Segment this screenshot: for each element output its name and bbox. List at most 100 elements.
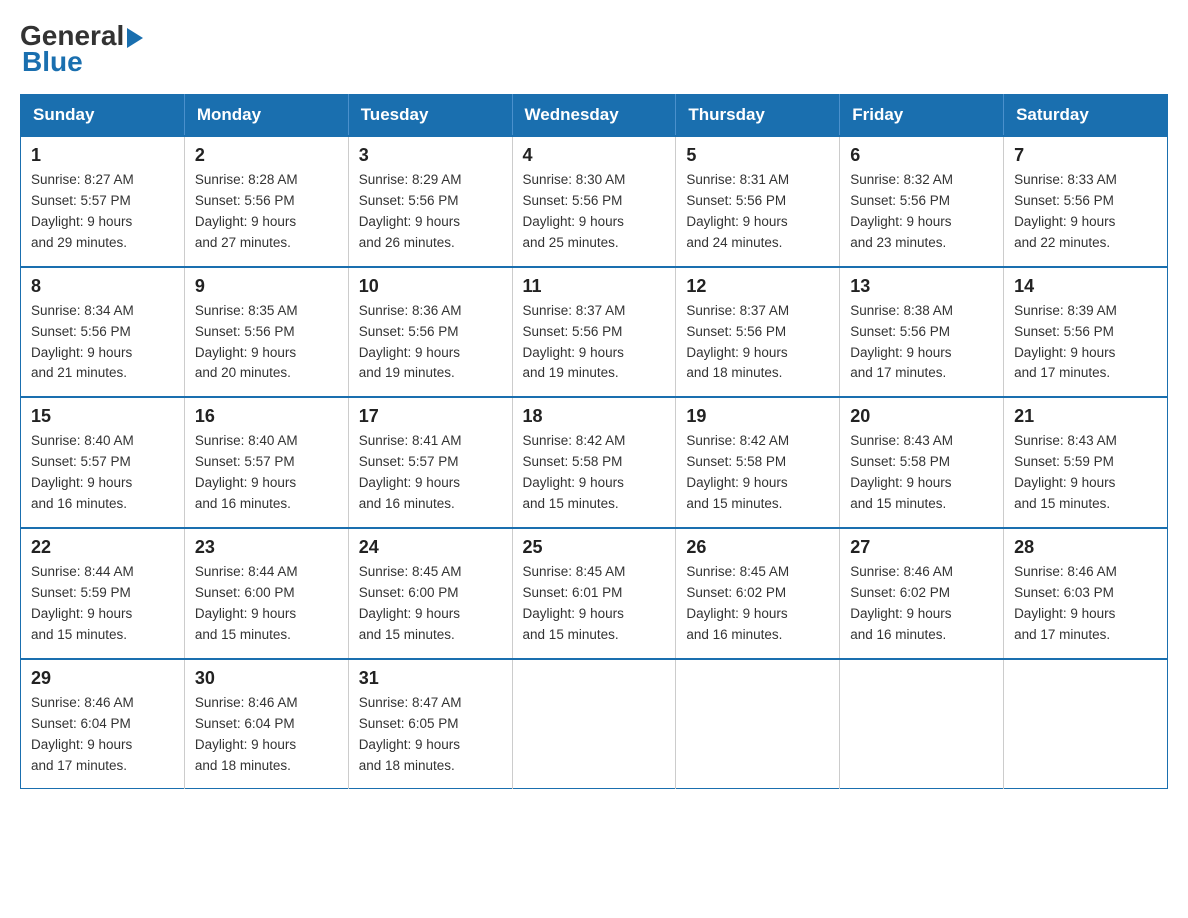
day-info: Sunrise: 8:42 AMSunset: 5:58 PMDaylight:… [523,433,626,511]
day-number: 3 [359,145,502,166]
calendar-day-cell: 11 Sunrise: 8:37 AMSunset: 5:56 PMDaylig… [512,267,676,398]
calendar-day-cell: 30 Sunrise: 8:46 AMSunset: 6:04 PMDaylig… [184,659,348,789]
calendar-day-cell: 2 Sunrise: 8:28 AMSunset: 5:56 PMDayligh… [184,136,348,267]
day-number: 12 [686,276,829,297]
calendar-day-cell: 5 Sunrise: 8:31 AMSunset: 5:56 PMDayligh… [676,136,840,267]
day-number: 16 [195,406,338,427]
day-of-week-header: Saturday [1004,95,1168,137]
day-of-week-header: Tuesday [348,95,512,137]
day-info: Sunrise: 8:37 AMSunset: 5:56 PMDaylight:… [686,303,789,381]
calendar-day-cell: 9 Sunrise: 8:35 AMSunset: 5:56 PMDayligh… [184,267,348,398]
day-number: 1 [31,145,174,166]
day-info: Sunrise: 8:39 AMSunset: 5:56 PMDaylight:… [1014,303,1117,381]
day-info: Sunrise: 8:47 AMSunset: 6:05 PMDaylight:… [359,695,462,773]
logo-arrow-icon [127,28,143,48]
calendar-body: 1 Sunrise: 8:27 AMSunset: 5:57 PMDayligh… [21,136,1168,789]
day-number: 31 [359,668,502,689]
day-of-week-header: Sunday [21,95,185,137]
calendar-day-cell: 23 Sunrise: 8:44 AMSunset: 6:00 PMDaylig… [184,528,348,659]
calendar-day-cell: 15 Sunrise: 8:40 AMSunset: 5:57 PMDaylig… [21,397,185,528]
calendar-day-cell: 20 Sunrise: 8:43 AMSunset: 5:58 PMDaylig… [840,397,1004,528]
day-info: Sunrise: 8:32 AMSunset: 5:56 PMDaylight:… [850,172,953,250]
day-info: Sunrise: 8:46 AMSunset: 6:04 PMDaylight:… [31,695,134,773]
calendar-day-cell: 8 Sunrise: 8:34 AMSunset: 5:56 PMDayligh… [21,267,185,398]
day-number: 2 [195,145,338,166]
day-number: 15 [31,406,174,427]
calendar-week-row: 15 Sunrise: 8:40 AMSunset: 5:57 PMDaylig… [21,397,1168,528]
calendar-day-cell: 17 Sunrise: 8:41 AMSunset: 5:57 PMDaylig… [348,397,512,528]
day-number: 14 [1014,276,1157,297]
day-of-week-header: Friday [840,95,1004,137]
day-info: Sunrise: 8:37 AMSunset: 5:56 PMDaylight:… [523,303,626,381]
day-info: Sunrise: 8:46 AMSunset: 6:04 PMDaylight:… [195,695,298,773]
day-of-week-header: Wednesday [512,95,676,137]
calendar-day-cell: 14 Sunrise: 8:39 AMSunset: 5:56 PMDaylig… [1004,267,1168,398]
calendar-week-row: 1 Sunrise: 8:27 AMSunset: 5:57 PMDayligh… [21,136,1168,267]
day-info: Sunrise: 8:30 AMSunset: 5:56 PMDaylight:… [523,172,626,250]
day-info: Sunrise: 8:45 AMSunset: 6:02 PMDaylight:… [686,564,789,642]
day-info: Sunrise: 8:40 AMSunset: 5:57 PMDaylight:… [195,433,298,511]
day-number: 29 [31,668,174,689]
day-number: 19 [686,406,829,427]
calendar-day-cell [840,659,1004,789]
day-info: Sunrise: 8:35 AMSunset: 5:56 PMDaylight:… [195,303,298,381]
calendar-day-cell: 21 Sunrise: 8:43 AMSunset: 5:59 PMDaylig… [1004,397,1168,528]
day-number: 21 [1014,406,1157,427]
day-info: Sunrise: 8:45 AMSunset: 6:00 PMDaylight:… [359,564,462,642]
calendar-day-cell: 31 Sunrise: 8:47 AMSunset: 6:05 PMDaylig… [348,659,512,789]
day-info: Sunrise: 8:46 AMSunset: 6:03 PMDaylight:… [1014,564,1117,642]
day-number: 5 [686,145,829,166]
day-number: 18 [523,406,666,427]
day-info: Sunrise: 8:27 AMSunset: 5:57 PMDaylight:… [31,172,134,250]
day-info: Sunrise: 8:36 AMSunset: 5:56 PMDaylight:… [359,303,462,381]
calendar-day-cell: 25 Sunrise: 8:45 AMSunset: 6:01 PMDaylig… [512,528,676,659]
calendar-day-cell: 3 Sunrise: 8:29 AMSunset: 5:56 PMDayligh… [348,136,512,267]
day-number: 23 [195,537,338,558]
calendar-day-cell [676,659,840,789]
day-info: Sunrise: 8:41 AMSunset: 5:57 PMDaylight:… [359,433,462,511]
day-number: 9 [195,276,338,297]
day-info: Sunrise: 8:45 AMSunset: 6:01 PMDaylight:… [523,564,626,642]
calendar-day-cell [1004,659,1168,789]
day-info: Sunrise: 8:40 AMSunset: 5:57 PMDaylight:… [31,433,134,511]
calendar-day-cell: 19 Sunrise: 8:42 AMSunset: 5:58 PMDaylig… [676,397,840,528]
day-number: 27 [850,537,993,558]
day-number: 28 [1014,537,1157,558]
page-header: General Blue [20,20,1168,78]
day-info: Sunrise: 8:46 AMSunset: 6:02 PMDaylight:… [850,564,953,642]
day-number: 25 [523,537,666,558]
day-info: Sunrise: 8:33 AMSunset: 5:56 PMDaylight:… [1014,172,1117,250]
day-info: Sunrise: 8:31 AMSunset: 5:56 PMDaylight:… [686,172,789,250]
calendar-day-cell: 18 Sunrise: 8:42 AMSunset: 5:58 PMDaylig… [512,397,676,528]
day-info: Sunrise: 8:42 AMSunset: 5:58 PMDaylight:… [686,433,789,511]
day-number: 22 [31,537,174,558]
day-number: 6 [850,145,993,166]
calendar-day-cell: 4 Sunrise: 8:30 AMSunset: 5:56 PMDayligh… [512,136,676,267]
day-number: 24 [359,537,502,558]
day-info: Sunrise: 8:29 AMSunset: 5:56 PMDaylight:… [359,172,462,250]
calendar-day-cell: 12 Sunrise: 8:37 AMSunset: 5:56 PMDaylig… [676,267,840,398]
calendar-day-cell: 28 Sunrise: 8:46 AMSunset: 6:03 PMDaylig… [1004,528,1168,659]
day-info: Sunrise: 8:34 AMSunset: 5:56 PMDaylight:… [31,303,134,381]
day-number: 13 [850,276,993,297]
day-number: 7 [1014,145,1157,166]
calendar-day-cell: 22 Sunrise: 8:44 AMSunset: 5:59 PMDaylig… [21,528,185,659]
day-number: 30 [195,668,338,689]
calendar-day-cell: 7 Sunrise: 8:33 AMSunset: 5:56 PMDayligh… [1004,136,1168,267]
day-number: 17 [359,406,502,427]
day-number: 20 [850,406,993,427]
day-of-week-header: Monday [184,95,348,137]
calendar-week-row: 29 Sunrise: 8:46 AMSunset: 6:04 PMDaylig… [21,659,1168,789]
day-info: Sunrise: 8:43 AMSunset: 5:59 PMDaylight:… [1014,433,1117,511]
calendar-header: SundayMondayTuesdayWednesdayThursdayFrid… [21,95,1168,137]
calendar-day-cell: 27 Sunrise: 8:46 AMSunset: 6:02 PMDaylig… [840,528,1004,659]
logo-blue-text: Blue [20,46,83,78]
logo: General Blue [20,20,143,78]
calendar-day-cell: 13 Sunrise: 8:38 AMSunset: 5:56 PMDaylig… [840,267,1004,398]
calendar-day-cell: 16 Sunrise: 8:40 AMSunset: 5:57 PMDaylig… [184,397,348,528]
day-of-week-header: Thursday [676,95,840,137]
calendar-day-cell: 26 Sunrise: 8:45 AMSunset: 6:02 PMDaylig… [676,528,840,659]
day-number: 8 [31,276,174,297]
calendar-day-cell: 1 Sunrise: 8:27 AMSunset: 5:57 PMDayligh… [21,136,185,267]
day-info: Sunrise: 8:38 AMSunset: 5:56 PMDaylight:… [850,303,953,381]
